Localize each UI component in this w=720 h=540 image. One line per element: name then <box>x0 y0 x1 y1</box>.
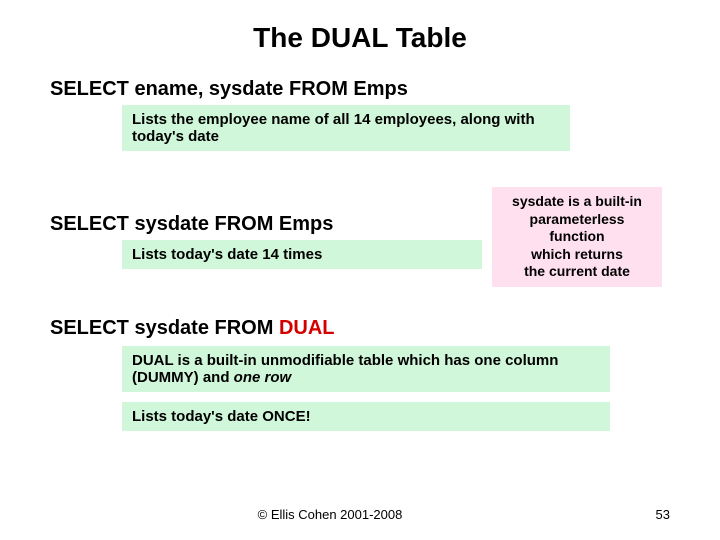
footer: © Ellis Cohen 2001-2008 53 <box>50 507 670 522</box>
query-3-prefix: SELECT sysdate FROM <box>50 317 279 339</box>
sysdate-note: sysdate is a built-in parameterless func… <box>492 187 662 287</box>
query-1-sql: SELECT ename, sysdate FROM Emps <box>50 78 670 101</box>
query-1-desc: Lists the employee name of all 14 employ… <box>122 105 570 151</box>
desc-a-em: one row <box>234 369 292 386</box>
note-line: which returns <box>531 246 623 262</box>
note-line: function <box>549 228 604 244</box>
query-3-desc-b: Lists today's date ONCE! <box>122 402 610 431</box>
query-3-desc-a: DUAL is a built-in unmodifiable table wh… <box>122 346 610 392</box>
query-2-desc: Lists today's date 14 times <box>122 240 482 269</box>
query-3-dual: DUAL <box>279 317 335 339</box>
query-2-sql: SELECT sysdate FROM Emps <box>50 213 492 236</box>
page-number: 53 <box>610 507 670 522</box>
note-line: the current date <box>524 263 630 279</box>
copyright: © Ellis Cohen 2001-2008 <box>50 507 610 522</box>
query-2-row: SELECT sysdate FROM Emps Lists today's d… <box>50 187 670 287</box>
query-3-sql: SELECT sysdate FROM DUAL <box>50 317 670 340</box>
desc-a-text: DUAL is a built-in unmodifiable table wh… <box>132 352 558 386</box>
note-line: parameterless <box>530 211 625 227</box>
page-title: The DUAL Table <box>50 22 670 54</box>
note-line: sysdate is a built-in <box>512 193 642 209</box>
